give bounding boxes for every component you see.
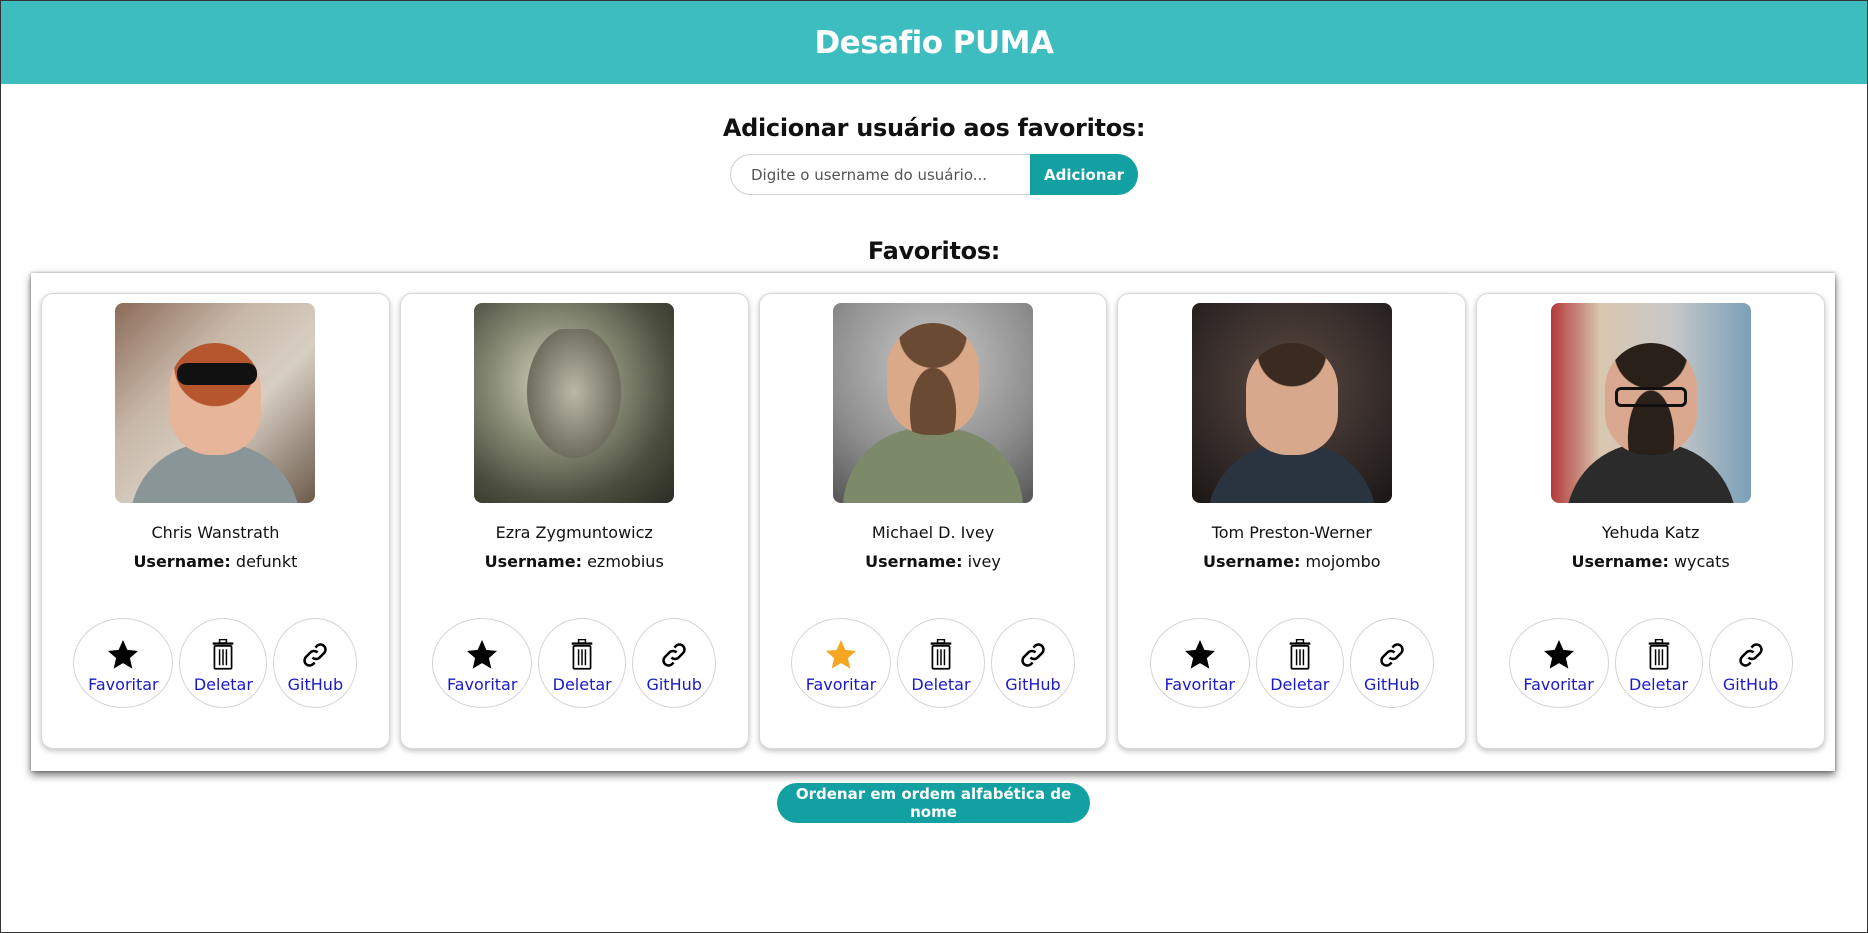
favorites-panel: Chris Wanstrath Username: defunkt Favori… — [31, 273, 1835, 771]
user-card: Tom Preston-Werner Username: mojombo Fav… — [1117, 293, 1467, 749]
user-card: Chris Wanstrath Username: defunkt Favori… — [41, 293, 390, 749]
github-link-button[interactable]: GitHub — [632, 618, 717, 708]
user-card: Ezra Zygmuntowicz Username: ezmobius Fav… — [399, 293, 749, 749]
star-icon — [1182, 637, 1218, 673]
link-icon — [659, 637, 689, 673]
username-label: Username: — [133, 552, 231, 571]
trash-icon — [1286, 637, 1314, 673]
app-header: Desafio PUMA — [1, 1, 1867, 84]
card-actions: Favoritar Deletar GitHub — [401, 618, 748, 708]
trash-icon — [209, 637, 237, 673]
favorite-button[interactable]: Favoritar — [1149, 618, 1250, 708]
delete-button[interactable]: Deletar — [896, 618, 985, 708]
avatar — [474, 303, 675, 503]
username-value: wycats — [1673, 552, 1730, 571]
username-line: Username: wycats — [1571, 552, 1729, 571]
trash-icon — [1645, 637, 1673, 673]
app-title: Desafio PUMA — [814, 24, 1054, 61]
link-icon — [1018, 637, 1048, 673]
trash-icon — [568, 637, 596, 673]
star-icon — [105, 637, 141, 673]
favorite-label: Favoritar — [1523, 674, 1594, 694]
github-link-button[interactable]: GitHub — [1708, 618, 1793, 708]
user-name: Tom Preston-Werner — [1211, 523, 1372, 542]
username-label: Username: — [484, 552, 582, 571]
delete-button[interactable]: Deletar — [1614, 618, 1703, 708]
username-value: mojombo — [1305, 552, 1381, 571]
avatar — [1191, 303, 1392, 503]
star-icon — [464, 637, 500, 673]
favorite-button[interactable]: Favoritar — [1508, 618, 1609, 708]
avatar — [115, 303, 316, 503]
avatar — [1550, 303, 1751, 503]
delete-label: Deletar — [1270, 674, 1330, 694]
user-name: Michael D. Ivey — [871, 523, 995, 542]
card-actions: Favoritar Deletar GitHub — [760, 618, 1107, 708]
star-icon — [1541, 637, 1577, 673]
delete-button[interactable]: Deletar — [538, 618, 627, 708]
github-link-button[interactable]: GitHub — [990, 618, 1075, 708]
add-button[interactable]: Adicionar — [1030, 154, 1138, 195]
delete-label: Deletar — [1629, 674, 1689, 694]
user-card: Yehuda Katz Username: wycats Favoritar D… — [1476, 293, 1825, 749]
username-label: Username: — [865, 552, 963, 571]
user-name: Ezra Zygmuntowicz — [495, 523, 653, 542]
favorite-button[interactable]: Favoritar — [790, 618, 891, 708]
username-value: defunkt — [235, 552, 298, 571]
trash-icon — [927, 637, 955, 673]
github-label: GitHub — [646, 674, 702, 694]
github-link-button[interactable]: GitHub — [273, 618, 358, 708]
favorite-label: Favoritar — [1164, 674, 1236, 694]
github-label: GitHub — [1722, 674, 1779, 694]
link-icon — [1736, 637, 1766, 673]
favorite-label: Favoritar — [805, 674, 877, 694]
card-actions: Favoritar Deletar GitHub — [1477, 618, 1824, 708]
card-actions: Favoritar Deletar GitHub — [42, 618, 389, 708]
favorite-label: Favoritar — [446, 674, 518, 694]
add-user-title: Adicionar usuário aos favoritos: — [722, 114, 1146, 142]
user-card: Michael D. Ivey Username: ivey Favoritar… — [758, 293, 1108, 749]
username-line: Username: ezmobius — [485, 552, 664, 571]
username-value: ezmobius — [587, 552, 664, 571]
github-label: GitHub — [1005, 674, 1061, 694]
link-icon — [1377, 637, 1407, 673]
username-line: Username: mojombo — [1203, 552, 1381, 571]
username-line: Username: defunkt — [133, 552, 297, 571]
link-icon — [300, 637, 330, 673]
github-label: GitHub — [1364, 674, 1420, 694]
delete-button[interactable]: Deletar — [1255, 618, 1344, 708]
username-label: Username: — [1202, 552, 1301, 571]
add-user-section: Adicionar usuário aos favoritos: Adicion… — [1, 114, 1867, 195]
github-link-button[interactable]: GitHub — [1349, 618, 1434, 708]
username-input[interactable] — [730, 154, 1030, 195]
delete-label: Deletar — [193, 674, 253, 694]
avatar — [832, 303, 1033, 503]
github-label: GitHub — [287, 674, 344, 694]
favorite-button[interactable]: Favoritar — [432, 618, 533, 708]
delete-label: Deletar — [552, 674, 612, 694]
sort-alphabetical-button[interactable]: Ordenar em ordem alfabética de nome — [777, 783, 1090, 823]
favorites-title: Favoritos: — [867, 237, 1001, 265]
username-label: Username: — [1571, 552, 1669, 571]
username-line: Username: ivey — [865, 552, 1001, 571]
card-actions: Favoritar Deletar GitHub — [1118, 618, 1465, 708]
add-user-form: Adicionar — [1, 154, 1867, 195]
user-name: Yehuda Katz — [1601, 523, 1700, 542]
favorite-button[interactable]: Favoritar — [73, 618, 174, 708]
delete-label: Deletar — [911, 674, 971, 694]
username-value: ivey — [967, 552, 1001, 571]
favorite-label: Favoritar — [88, 674, 159, 694]
star-icon — [823, 637, 859, 673]
delete-button[interactable]: Deletar — [179, 618, 268, 708]
user-name: Chris Wanstrath — [151, 523, 280, 542]
